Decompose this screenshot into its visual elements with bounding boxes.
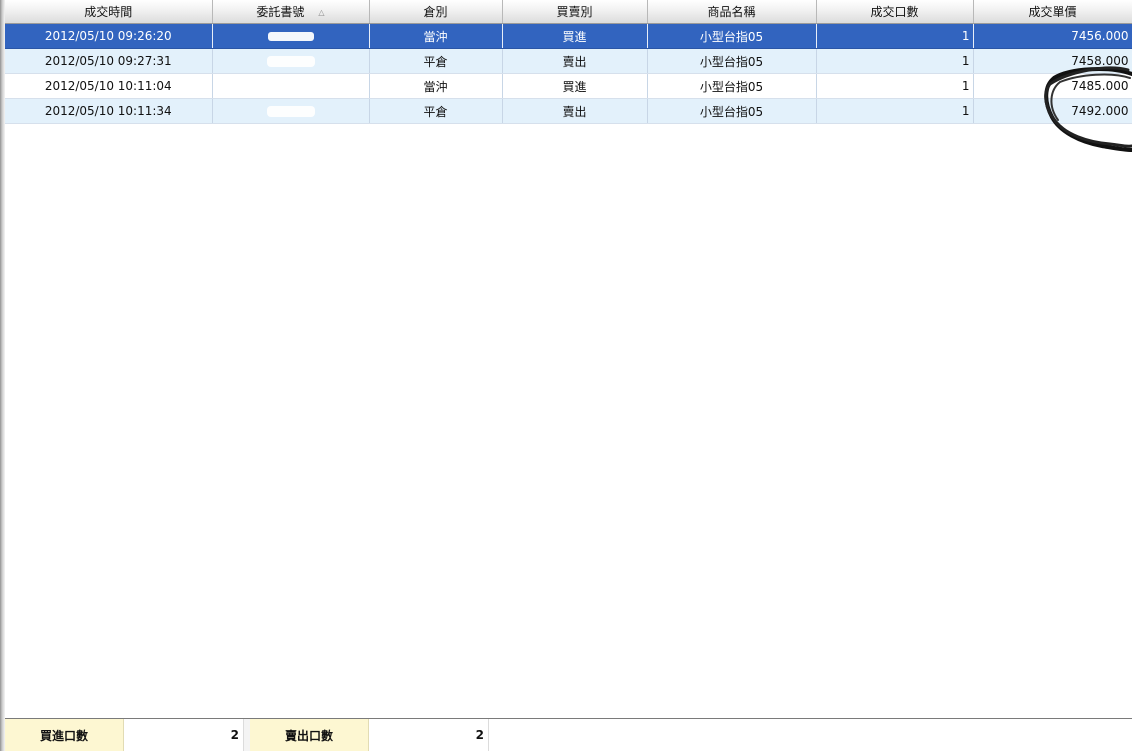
column-header-product-name[interactable]: 商品名稱 — [647, 0, 817, 24]
sell-lots-value: 2 — [369, 719, 489, 751]
cell-fill-qty: 1 — [816, 73, 974, 99]
cell-fill-qty: 1 — [816, 48, 974, 74]
cell-position-type: 當沖 — [369, 73, 503, 99]
cell-order-number — [212, 23, 370, 49]
summary-empty-space — [489, 719, 1132, 751]
cell-fill-time: 2012/05/10 10:11:34 — [5, 98, 213, 124]
cell-order-number — [212, 98, 370, 124]
cell-buy-sell: 賣出 — [502, 48, 648, 74]
cell-product-name: 小型台指05 — [647, 48, 817, 74]
cell-fill-price: 7458.000 — [973, 48, 1132, 74]
column-header-fill-price[interactable]: 成交單價 — [973, 0, 1132, 24]
cell-product-name: 小型台指05 — [647, 98, 817, 124]
redacted-order-number — [267, 82, 314, 91]
cell-fill-price: 7485.000 — [973, 73, 1132, 99]
trade-fills-window: 成交時間 委託書號 △ 倉別 買賣別 商品名稱 成交口數 成交單價 2012/05… — [0, 0, 1132, 751]
cell-position-type: 平倉 — [369, 98, 503, 124]
table-row[interactable]: 2012/05/10 10:11:04 當沖 買進 小型台指05 1 7485.… — [5, 73, 1132, 99]
cell-fill-price: 7456.000 — [973, 23, 1132, 49]
column-header-position-type[interactable]: 倉別 — [369, 0, 503, 24]
column-header-fill-qty[interactable]: 成交口數 — [816, 0, 974, 24]
table-row[interactable]: 2012/05/10 09:26:20 當沖 買進 小型台指05 1 7456.… — [5, 23, 1132, 49]
cell-order-number — [212, 73, 370, 99]
redacted-order-number — [267, 32, 314, 41]
column-header-buy-sell[interactable]: 買賣別 — [502, 0, 648, 24]
buy-lots-value: 2 — [124, 719, 244, 751]
cell-fill-time: 2012/05/10 09:26:20 — [5, 23, 213, 49]
buy-lots-label: 買進口數 — [5, 719, 124, 751]
cell-fill-time: 2012/05/10 09:27:31 — [5, 48, 213, 74]
summary-bar: 買進口數 2 賣出口數 2 — [5, 719, 1132, 751]
table-row[interactable]: 2012/05/10 09:27:31 平倉 賣出 小型台指05 1 7458.… — [5, 48, 1132, 74]
cell-fill-time: 2012/05/10 10:11:04 — [5, 73, 213, 99]
cell-buy-sell: 賣出 — [502, 98, 648, 124]
sell-lots-label: 賣出口數 — [250, 719, 369, 751]
cell-fill-qty: 1 — [816, 23, 974, 49]
column-header-fill-time[interactable]: 成交時間 — [5, 0, 213, 24]
header-row: 成交時間 委託書號 △ 倉別 買賣別 商品名稱 成交口數 成交單價 — [5, 0, 1132, 24]
sort-ascending-icon: △ — [318, 8, 325, 17]
table-row[interactable]: 2012/05/10 10:11:34 平倉 賣出 小型台指05 1 7492.… — [5, 98, 1132, 124]
cell-fill-qty: 1 — [816, 98, 974, 124]
redacted-order-number — [267, 57, 314, 66]
cell-product-name: 小型台指05 — [647, 23, 817, 49]
column-header-order-number[interactable]: 委託書號 △ — [212, 0, 370, 24]
cell-position-type: 當沖 — [369, 23, 503, 49]
redacted-order-number — [267, 107, 314, 116]
cell-buy-sell: 買進 — [502, 73, 648, 99]
trades-table: 成交時間 委託書號 △ 倉別 買賣別 商品名稱 成交口數 成交單價 2012/05… — [5, 0, 1132, 124]
cell-order-number — [212, 48, 370, 74]
cell-product-name: 小型台指05 — [647, 73, 817, 99]
cell-buy-sell: 買進 — [502, 23, 648, 49]
cell-position-type: 平倉 — [369, 48, 503, 74]
trades-grid: 成交時間 委託書號 △ 倉別 買賣別 商品名稱 成交口數 成交單價 2012/05… — [5, 0, 1132, 718]
cell-fill-price: 7492.000 — [973, 98, 1132, 124]
